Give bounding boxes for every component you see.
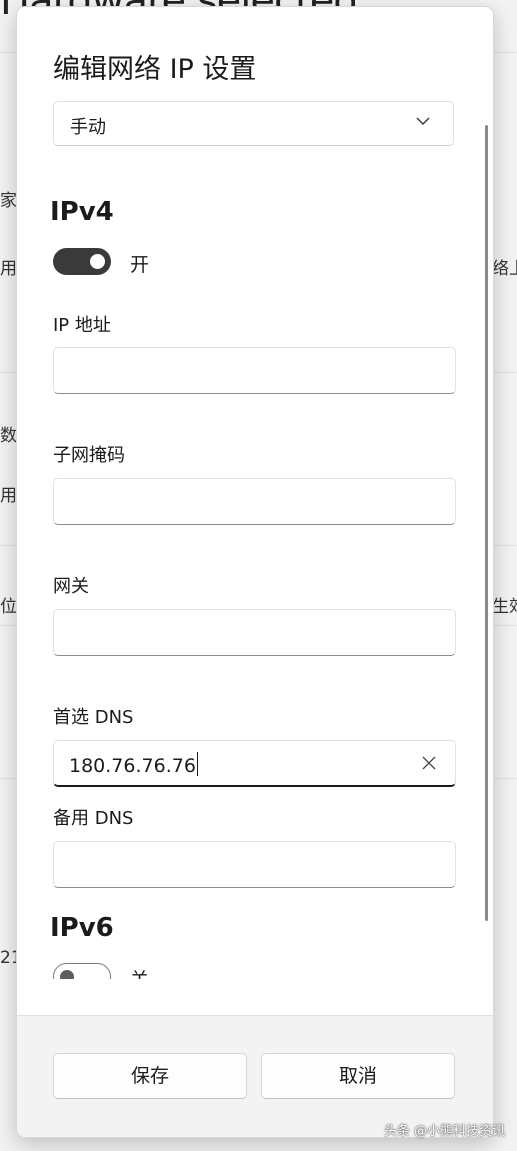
- watermark: 头条 @小熊科技资讯: [383, 1124, 505, 1139]
- alternate-dns-input[interactable]: [53, 841, 456, 888]
- ip-address-input[interactable]: [53, 347, 456, 394]
- background-fragment: 生效: [492, 597, 517, 617]
- preferred-dns-input[interactable]: 180.76.76.76: [53, 740, 456, 787]
- dialog-content: 编辑网络 IP 设置 手动 IPv4 开 IP 地址 子网掩码 网关 首选 DN…: [17, 7, 493, 979]
- text-caret: [196, 752, 199, 776]
- ipv4-toggle[interactable]: [53, 248, 111, 275]
- toggle-knob: [90, 254, 105, 269]
- ipv6-toggle[interactable]: [53, 963, 111, 979]
- subnet-mask-label: 子网掩码: [53, 445, 125, 466]
- ipv4-heading: IPv4: [50, 197, 114, 227]
- ip-address-label: IP 地址: [53, 315, 111, 336]
- preferred-dns-label: 首选 DNS: [53, 707, 134, 728]
- ip-mode-select[interactable]: 手动: [53, 101, 454, 146]
- clear-icon[interactable]: [421, 755, 437, 771]
- ipv6-heading: IPv6: [50, 913, 114, 943]
- toggle-knob: [60, 970, 74, 979]
- subnet-mask-input[interactable]: [53, 478, 456, 525]
- ipv4-toggle-label: 开: [130, 254, 150, 276]
- background-fragment: 络上: [492, 259, 517, 279]
- ip-mode-value: 手动: [70, 117, 106, 138]
- cancel-button[interactable]: 取消: [261, 1053, 455, 1099]
- ipv6-toggle-label: 关: [130, 965, 149, 979]
- dialog-title: 编辑网络 IP 设置: [53, 54, 257, 85]
- preferred-dns-value: 180.76.76.76: [69, 755, 196, 777]
- scrollbar[interactable]: [485, 125, 488, 921]
- edit-ip-settings-dialog: 编辑网络 IP 设置 手动 IPv4 开 IP 地址 子网掩码 网关 首选 DN…: [16, 6, 494, 1138]
- dialog-footer: 保存 取消: [17, 1015, 493, 1137]
- gateway-input[interactable]: [53, 609, 456, 656]
- alternate-dns-label: 备用 DNS: [53, 808, 134, 829]
- gateway-label: 网关: [53, 576, 89, 597]
- chevron-down-icon: [416, 117, 430, 125]
- background-fragment: 位: [0, 597, 17, 617]
- save-button[interactable]: 保存: [53, 1053, 247, 1099]
